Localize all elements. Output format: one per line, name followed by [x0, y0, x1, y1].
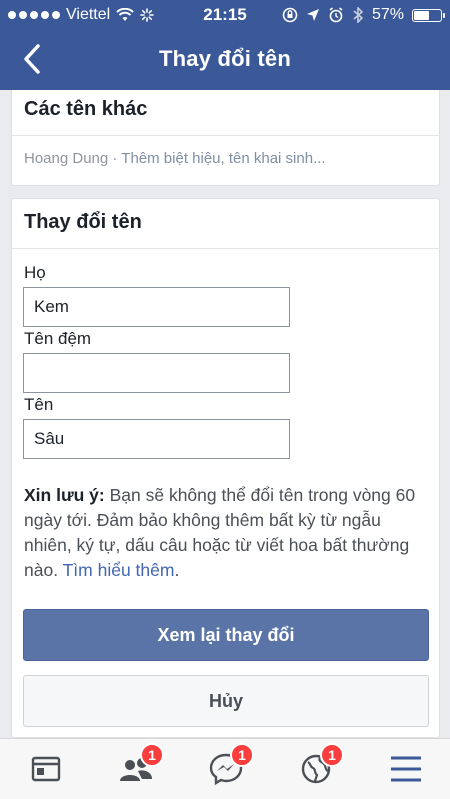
- tab-menu[interactable]: [386, 749, 426, 789]
- news-feed-icon: [31, 756, 61, 782]
- add-other-names-link[interactable]: Thêm biệt hiệu, tên khai sinh...: [121, 150, 325, 167]
- learn-more-link[interactable]: Tìm hiểu thêm: [63, 560, 175, 580]
- review-changes-button[interactable]: Xem lại thay đổi: [23, 609, 429, 661]
- messenger-badge: 1: [230, 743, 254, 767]
- notifications-badge: 1: [320, 743, 344, 767]
- first-name-input[interactable]: [23, 419, 290, 459]
- nav-header: Thay đổi tên: [0, 30, 450, 90]
- name-change-notice: Xin lưu ý: Bạn sẽ không thể đổi tên tron…: [24, 483, 424, 583]
- current-other-name: Hoang Dung: [24, 150, 109, 167]
- battery-percent: 57%: [371, 6, 404, 23]
- other-names-card: Các tên khác Hoang Dung · Thêm biệt hiệu…: [11, 90, 440, 186]
- top-bar: Viettel 21:15 57% Thay đổi tên: [0, 0, 450, 90]
- notice-label: Xin lưu ý:: [24, 485, 105, 505]
- change-name-heading: Thay đổi tên: [12, 199, 439, 249]
- other-names-heading: Các tên khác: [12, 90, 439, 136]
- battery-icon: [412, 8, 445, 22]
- status-bar: Viettel 21:15 57%: [0, 0, 450, 30]
- bottom-tab-bar: 1 1 1: [0, 738, 450, 799]
- cancel-button[interactable]: Hủy: [23, 675, 429, 727]
- notice-end: .: [174, 560, 180, 580]
- tab-news-feed[interactable]: [26, 749, 66, 789]
- rotation-lock-icon: [282, 7, 298, 23]
- change-name-card: Thay đổi tên Họ Tên đệm Tên Xin lưu ý: B…: [11, 198, 440, 738]
- last-name-label: Họ: [24, 263, 46, 282]
- menu-icon: [391, 756, 421, 782]
- middle-name-input[interactable]: [23, 353, 290, 393]
- last-name-input[interactable]: [23, 287, 290, 327]
- other-names-row[interactable]: Hoang Dung · Thêm biệt hiệu, tên khai si…: [12, 136, 439, 167]
- location-icon: [306, 9, 319, 21]
- separator: ·: [108, 150, 122, 167]
- alarm-icon: [329, 7, 343, 23]
- tab-notifications[interactable]: 1: [296, 743, 344, 789]
- tab-messenger[interactable]: 1: [206, 743, 254, 789]
- bluetooth-icon: [353, 7, 364, 23]
- tab-friend-requests[interactable]: 1: [116, 743, 164, 789]
- friend-requests-badge: 1: [140, 743, 164, 767]
- first-name-label: Tên: [24, 395, 54, 414]
- page-title: Thay đổi tên: [159, 46, 291, 71]
- middle-name-label: Tên đệm: [24, 329, 92, 348]
